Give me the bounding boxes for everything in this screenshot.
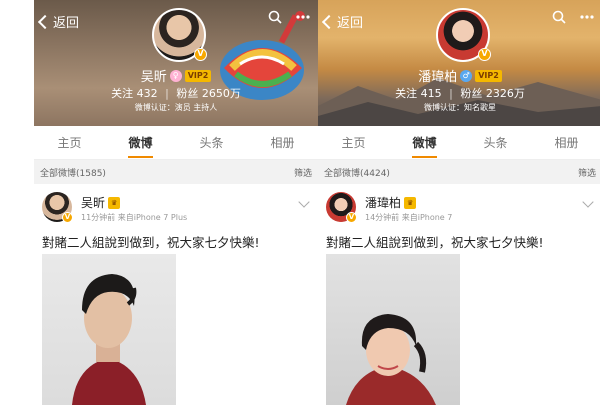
vip-crown-icon: ♛ [108, 196, 121, 209]
search-icon[interactable] [552, 10, 566, 24]
tab-album[interactable]: 相册 [262, 128, 302, 157]
more-icon[interactable] [580, 10, 594, 24]
tab-weibo[interactable]: 微博 [120, 128, 160, 158]
follow-label[interactable]: 关注 [395, 87, 417, 100]
post-photo[interactable] [42, 254, 176, 405]
vip-crown-icon: ♛ [404, 196, 417, 209]
certification-text: 微博认证：演员 主持人 [134, 103, 218, 112]
verified-badge-icon: V [346, 212, 357, 223]
certification-text: 微博认证：知名歌星 [424, 103, 496, 112]
all-weibo-count: 全部微博(4424) [324, 168, 390, 179]
chevron-down-icon[interactable] [298, 196, 310, 208]
chevron-down-icon[interactable] [582, 196, 594, 208]
follow-count[interactable]: 432 [137, 87, 158, 100]
post-text: 對賭二人組說到做到，祝大家七夕快樂! [42, 235, 260, 250]
search-icon[interactable] [268, 10, 282, 24]
profile-tabs: 主页 微博 头条 相册 [318, 126, 600, 160]
filter-button[interactable]: 筛选 [294, 166, 312, 179]
post-text: 對賭二人組說到做到，祝大家七夕快樂! [326, 235, 544, 250]
back-label: 返回 [53, 16, 80, 31]
back-button[interactable]: 返回 [37, 12, 80, 31]
post-meta: 11分钟前 来自iPhone 7 Plus [81, 213, 188, 222]
profile-name: 吴昕 [140, 70, 167, 85]
more-icon[interactable] [296, 10, 310, 24]
fans-count[interactable]: 2326万 [486, 87, 525, 100]
verified-badge-icon: V [194, 48, 207, 61]
follow-count[interactable]: 415 [421, 87, 442, 100]
left-profile-panel: 返回 V 吴昕 ♀ VIP2 关注 432 | 粉丝 2650万 微博认证：演员… [34, 0, 318, 405]
fans-label[interactable]: 粉丝 [460, 87, 482, 100]
chevron-left-icon [321, 14, 337, 29]
back-button[interactable]: 返回 [321, 12, 364, 31]
right-profile-panel: 返回 V 潘瑋柏 ♂ VIP2 关注 415 | 粉丝 2326万 微博认证：知… [318, 0, 600, 405]
post-author[interactable]: 吴昕 [81, 194, 105, 211]
filter-button[interactable]: 筛选 [578, 166, 596, 179]
fans-label[interactable]: 粉丝 [176, 87, 198, 100]
back-label: 返回 [337, 16, 364, 31]
all-weibo-count: 全部微博(1585) [40, 168, 106, 179]
tab-album[interactable]: 相册 [546, 128, 586, 157]
profile-stats: 关注 432 | 粉丝 2650万 [111, 87, 241, 100]
verified-badge-icon: V [62, 212, 73, 223]
post-author[interactable]: 潘瑋柏 [365, 194, 401, 211]
tab-home[interactable]: 主页 [333, 128, 373, 157]
profile-tabs: 主页 微博 头条 相册 [34, 126, 318, 160]
profile-banner: 返回 V 吴昕 ♀ VIP2 关注 432 | 粉丝 2650万 微博认证：演员… [34, 0, 318, 126]
chevron-left-icon [37, 14, 53, 29]
gender-icon: ♂ [460, 69, 473, 82]
fans-count[interactable]: 2650万 [202, 87, 241, 100]
tab-headlines[interactable]: 头条 [191, 128, 231, 157]
profile-banner: 返回 V 潘瑋柏 ♂ VIP2 关注 415 | 粉丝 2326万 微博认证：知… [318, 0, 600, 126]
filter-bar: 全部微博(4424) 筛选 [318, 160, 600, 184]
vip-crown-icon: VIP2 [475, 69, 502, 82]
gender-icon: ♀ [169, 69, 182, 82]
tab-headlines[interactable]: 头条 [475, 128, 515, 157]
post-meta: 14分钟前 来自iPhone 7 [365, 213, 453, 222]
weibo-post: V 潘瑋柏 ♛ 14分钟前 来自iPhone 7 對賭二人組說到做到，祝大家七夕… [318, 184, 600, 405]
follow-label[interactable]: 关注 [111, 87, 133, 100]
tab-weibo[interactable]: 微博 [404, 128, 444, 158]
post-photo[interactable] [326, 254, 460, 405]
screenshot-root: 返回 V 吴昕 ♀ VIP2 关注 432 | 粉丝 2650万 微博认证：演员… [0, 0, 600, 405]
verified-badge-icon: V [478, 48, 491, 61]
filter-bar: 全部微博(1585) 筛选 [34, 160, 318, 184]
tab-home[interactable]: 主页 [49, 128, 89, 157]
profile-name: 潘瑋柏 [418, 70, 458, 85]
profile-stats: 关注 415 | 粉丝 2326万 [395, 87, 525, 100]
weibo-post: V 吴昕 ♛ 11分钟前 来自iPhone 7 Plus 對賭二人組說到做到，祝… [34, 184, 318, 405]
vip-crown-icon: VIP2 [184, 69, 212, 82]
